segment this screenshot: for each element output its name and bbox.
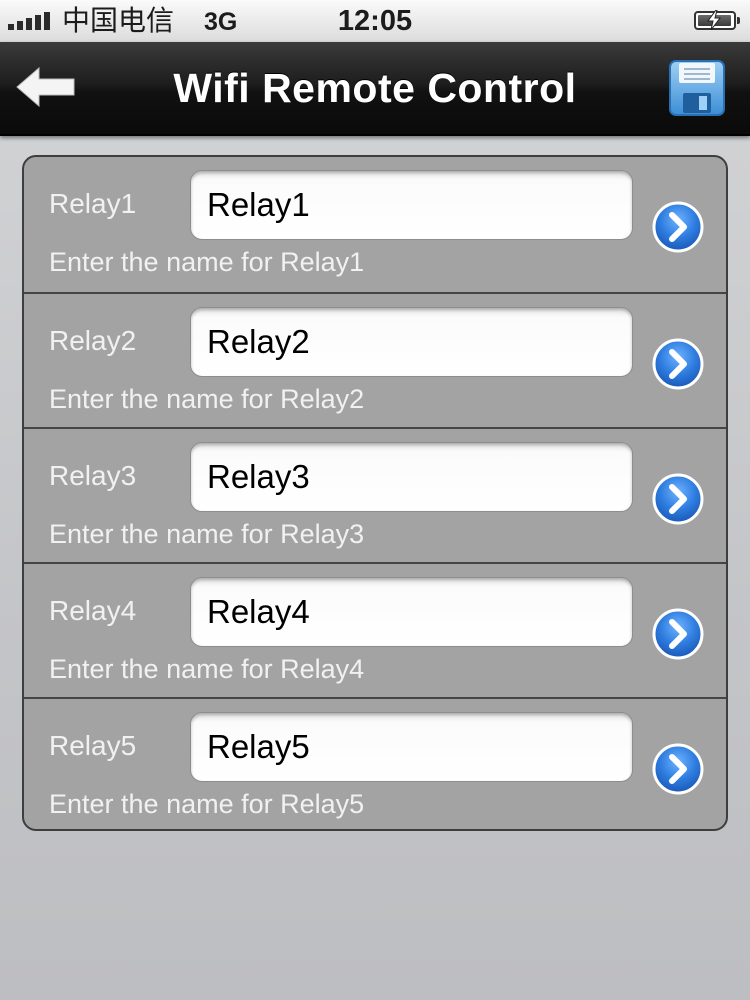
charging-bolt-icon [707, 10, 721, 30]
relay-name-input[interactable] [190, 307, 633, 377]
relay-name-input[interactable] [190, 442, 633, 512]
relay-row: Relay1 Enter the name for Relay1 [24, 157, 726, 292]
battery-icon [694, 10, 740, 30]
relay-hint: Enter the name for Relay1 [49, 247, 365, 277]
relay-label: Relay1 [49, 188, 137, 219]
chevron-right-icon[interactable] [651, 337, 705, 391]
chevron-right-icon[interactable] [651, 200, 705, 254]
status-time: 12:05 [337, 5, 413, 37]
relay-name-input[interactable] [190, 712, 633, 782]
relay-row: Relay3 Enter the name for Relay3 [24, 427, 726, 562]
relay-hint: Enter the name for Relay4 [49, 654, 365, 684]
page-title: Wifi Remote Control [173, 65, 577, 111]
floppy-disk-icon[interactable] [669, 60, 725, 116]
relay-row: Relay5 Enter the name for Relay5 [24, 697, 726, 829]
status-bar: 中国电信 3G 12:05 [0, 0, 750, 43]
relay-label: Relay4 [49, 595, 137, 626]
relay-list: Relay1 Enter the name for Relay1 Relay2 … [22, 155, 728, 831]
relay-label: Relay5 [49, 730, 137, 761]
relay-label: Relay3 [49, 460, 137, 491]
relay-hint: Enter the name for Relay2 [49, 384, 365, 414]
chevron-right-icon[interactable] [651, 607, 705, 661]
navigation-bar: Wifi Remote Control [0, 42, 750, 136]
relay-hint: Enter the name for Relay3 [49, 519, 365, 549]
relay-row: Relay2 Enter the name for Relay2 [24, 292, 726, 427]
relay-name-input[interactable] [190, 170, 633, 240]
relay-hint: Enter the name for Relay5 [49, 789, 365, 819]
relay-row: Relay4 Enter the name for Relay4 [24, 562, 726, 697]
relay-label: Relay2 [49, 325, 137, 356]
chevron-right-icon[interactable] [651, 472, 705, 526]
relay-name-input[interactable] [190, 577, 633, 647]
chevron-right-icon[interactable] [651, 742, 705, 796]
